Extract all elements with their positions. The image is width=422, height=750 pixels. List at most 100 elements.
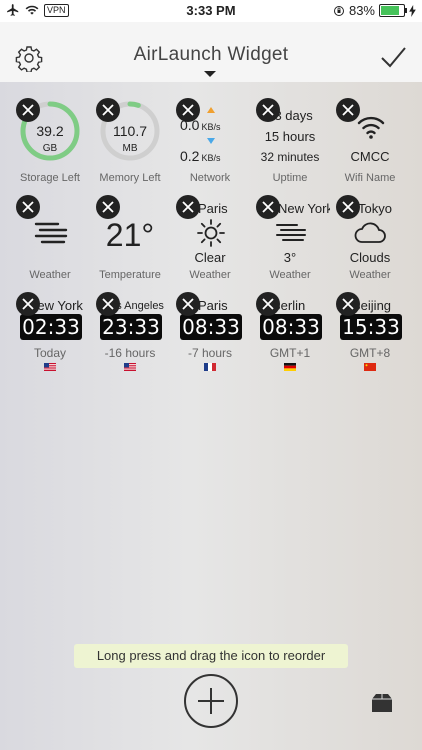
close-icon [22,104,34,116]
weather-paris-widget[interactable]: Paris Clear Weather [170,193,250,288]
network-label: Network [189,172,231,184]
weather-newyork-widget[interactable]: New York 3° Weather [250,193,330,288]
clock-offset: GMT+8 [349,346,391,360]
wifi-widget[interactable]: CMCC Wifi Name [330,96,410,191]
us-flag-icon [124,363,136,371]
memory-value: 110.7 [113,123,147,139]
battery-percent: 83% [348,3,375,18]
network-down-unit: KB/s [201,153,221,163]
network-widget[interactable]: 0.0 KB/s 0.2 KB/s Network [170,96,250,191]
sun-icon [197,219,225,247]
weather-condition: Clouds [349,250,391,265]
remove-button[interactable] [16,292,40,316]
clock-time: 08:33 [180,314,242,340]
network-up-unit: KB/s [201,122,221,132]
status-right: 83% [333,3,416,18]
reorder-hint: Long press and drag the icon to reorder [74,644,348,668]
temperature-value: 21° [105,217,155,253]
close-icon [342,298,354,310]
close-icon [22,298,34,310]
remove-button[interactable] [96,98,120,122]
memory-unit: MB [122,143,138,154]
weather-label: Weather [349,269,391,281]
memory-widget[interactable]: 110.7 MB Memory Left [90,96,170,191]
clock-time: 15:33 [340,314,402,340]
fog-icon [276,224,306,241]
status-bar: VPN 3:33 PM 83% [0,0,422,22]
network-down: 0.2 KB/s [180,148,220,164]
fog-icon [34,222,68,244]
temperature-widget[interactable]: 21° Temperature [90,193,170,288]
storage-widget[interactable]: 39.2 GB Storage Left [10,96,90,191]
close-icon [22,201,34,213]
clock-time: 02:33 [20,314,82,340]
close-icon [102,104,114,116]
weather-city: Tokyo [358,201,392,216]
fr-flag-icon [204,363,216,371]
close-icon [342,201,354,213]
close-icon [182,201,194,213]
checkmark-icon[interactable] [378,44,408,72]
clock-offset: -7 hours [187,346,233,360]
remove-button[interactable] [256,195,280,219]
close-icon [262,201,274,213]
remove-button[interactable] [16,98,40,122]
storage-label: Storage Left [20,172,80,184]
weather-widget[interactable]: Weather [10,193,90,288]
de-flag-icon [284,363,296,371]
wifi-name: CMCC [350,149,390,164]
remove-button[interactable] [96,195,120,219]
clock-offset: Today [33,346,67,360]
remove-button[interactable] [336,292,360,316]
weather-temperature: 3° [283,250,297,265]
clock-newyork-widget[interactable]: New York 02:33 Today [10,290,90,385]
add-widget-button[interactable] [184,674,238,728]
clock-beijing-widget[interactable]: Beijing 15:33 GMT+8 [330,290,410,385]
weather-label: Weather [29,269,71,281]
temperature-label: Temperature [99,269,161,281]
clock-offset: GMT+1 [269,346,311,360]
clock-offset: -16 hours [104,346,156,360]
uptime-hours: 15 hours [264,129,316,144]
remove-button[interactable] [176,195,200,219]
close-icon [342,104,354,116]
clock-paris-widget[interactable]: Paris 08:33 -7 hours [170,290,250,385]
orientation-lock-icon [333,5,344,16]
remove-button[interactable] [256,292,280,316]
box-icon[interactable] [370,692,394,714]
weather-condition: Clear [194,250,226,265]
storage-value: 39.2 [36,123,64,139]
caret-down-icon[interactable] [204,71,216,77]
clock-city: Paris [198,298,228,313]
remove-button[interactable] [176,292,200,316]
clock-time: 23:33 [100,314,162,340]
clock-losangeles-widget[interactable]: Los Angeles 23:33 -16 hours [90,290,170,385]
weather-label: Weather [269,269,311,281]
wifi-label: Wifi Name [344,172,396,184]
remove-button[interactable] [176,98,200,122]
clock-city: Berlin [272,298,306,313]
close-icon [182,104,194,116]
remove-button[interactable] [256,98,280,122]
page-title[interactable]: AirLaunch Widget [0,44,422,66]
weather-label: Weather [189,269,231,281]
close-icon [182,298,194,310]
nav-bar: AirLaunch Widget [0,22,422,82]
cloud-icon [354,222,386,243]
clock-time: 08:33 [260,314,322,340]
remove-button[interactable] [16,195,40,219]
remove-button[interactable] [336,98,360,122]
us-flag-icon [44,363,56,371]
upload-arrow-icon [207,107,215,113]
download-arrow-icon [207,138,215,144]
clock-berlin-widget[interactable]: Berlin 08:33 GMT+1 [250,290,330,385]
weather-tokyo-widget[interactable]: Tokyo Clouds Weather [330,193,410,288]
memory-label: Memory Left [99,172,161,184]
remove-button[interactable] [96,292,120,316]
uptime-widget[interactable]: 13 days 15 hours 32 minutes Uptime [250,96,330,191]
remove-button[interactable] [336,195,360,219]
close-icon [262,298,274,310]
wifi-icon [357,116,385,139]
clock-city: Beijing [352,298,392,313]
close-icon [102,201,114,213]
